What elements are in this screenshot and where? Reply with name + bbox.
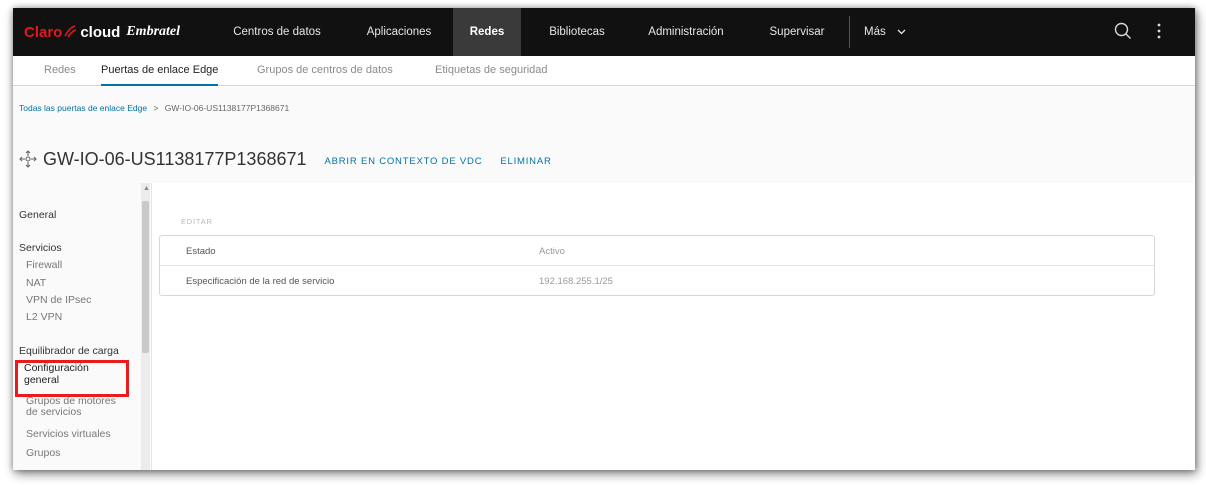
sidebar-item-grupos[interactable]: Grupos: [26, 447, 60, 459]
brand-logo[interactable]: Claro cloud Embratel: [24, 20, 180, 44]
edge-gateway-icon: [19, 150, 37, 168]
nav-administracion[interactable]: Administración: [638, 8, 734, 56]
breadcrumb-separator: >: [153, 103, 159, 113]
sidebar-item-vpn-ipsec[interactable]: VPN de IPsec: [26, 294, 91, 306]
breadcrumb-parent-link[interactable]: Todas las puertas de enlace Edge: [19, 103, 147, 113]
highlight-box: [15, 360, 129, 397]
app-window: Claro cloud Embratel Centros de datos Ap…: [13, 8, 1195, 470]
nav-bibliotecas[interactable]: Bibliotecas: [537, 8, 617, 56]
chevron-down-icon: [897, 29, 906, 35]
sidebar-item-general[interactable]: General: [19, 209, 56, 221]
scrollbar-thumb[interactable]: [142, 201, 149, 353]
logo-claro-text: Claro: [24, 23, 63, 41]
nav-mas-label: Más: [864, 26, 886, 38]
estado-label: Estado: [186, 246, 216, 257]
edit-link[interactable]: EDITAR: [181, 217, 213, 226]
page-title: GW-IO-06-US1138177P1368671: [43, 148, 307, 169]
detail-row: Estado Activo: [160, 236, 1154, 266]
detail-row: Especificación de la red de servicio 192…: [160, 266, 1154, 296]
sidebar-item-grupos-motores[interactable]: Grupos de motores de servicios: [26, 396, 116, 418]
nav-supervisar[interactable]: Supervisar: [759, 8, 835, 56]
sub-nav-tabs: Redes Puertas de enlace Edge Grupos de c…: [13, 56, 1195, 86]
logo-cloud-text: cloud: [80, 23, 121, 41]
sidebar-section-equilibrador: Equilibrador de carga: [19, 345, 119, 357]
detail-panel: EDITAR Estado Activo Especificación de l…: [151, 183, 1195, 470]
delete-link[interactable]: ELIMINAR: [500, 156, 551, 167]
breadcrumb-current: GW-IO-06-US1138177P1368671: [164, 103, 290, 113]
logo-embratel-text: Embratel: [126, 24, 181, 39]
nav-centros-de-datos[interactable]: Centros de datos: [229, 8, 325, 56]
vertical-dots-icon[interactable]: [1156, 22, 1162, 40]
sidebar-item-firewall[interactable]: Firewall: [26, 259, 62, 271]
service-network-label: Especificación de la red de servicio: [186, 276, 335, 287]
claro-mark-icon: [64, 25, 77, 38]
nav-mas-dropdown[interactable]: Más: [864, 8, 920, 56]
page-header: GW-IO-06-US1138177P1368671 ABRIR EN CONT…: [19, 147, 552, 171]
left-sidebar: [13, 183, 151, 470]
estado-value: Activo: [539, 246, 565, 257]
tab-redes[interactable]: Redes: [44, 56, 76, 86]
tab-puertas-de-enlace-edge[interactable]: Puertas de enlace Edge: [101, 56, 219, 86]
sidebar-item-servicios-virtuales[interactable]: Servicios virtuales: [26, 428, 111, 440]
nav-divider: [849, 16, 850, 48]
detail-card: Estado Activo Especificación de la red d…: [159, 235, 1155, 296]
service-network-value: 192.168.255.1/25: [539, 276, 613, 287]
tab-etiquetas-de-seguridad[interactable]: Etiquetas de seguridad: [435, 56, 548, 86]
nav-redes[interactable]: Redes: [453, 8, 521, 56]
sidebar-section-servicios: Servicios: [19, 242, 62, 254]
tab-grupos-de-centros-de-datos[interactable]: Grupos de centros de datos: [257, 56, 393, 86]
sidebar-item-nat[interactable]: NAT: [26, 277, 46, 289]
sidebar-scrollbar[interactable]: ▲: [141, 183, 150, 470]
search-icon[interactable]: [1114, 22, 1132, 40]
breadcrumb: Todas las puertas de enlace Edge > GW-IO…: [19, 103, 289, 113]
nav-aplicaciones[interactable]: Aplicaciones: [353, 8, 445, 56]
content-area: Todas las puertas de enlace Edge > GW-IO…: [13, 87, 1195, 470]
top-nav-bar: Claro cloud Embratel Centros de datos Ap…: [13, 8, 1195, 56]
sidebar-item-label-line2: de servicios: [26, 406, 82, 418]
sidebar-item-l2-vpn[interactable]: L2 VPN: [26, 311, 62, 323]
scroll-up-arrow-icon[interactable]: ▲: [143, 185, 150, 193]
open-in-vdc-context-link[interactable]: ABRIR EN CONTEXTO DE VDC: [325, 156, 483, 167]
